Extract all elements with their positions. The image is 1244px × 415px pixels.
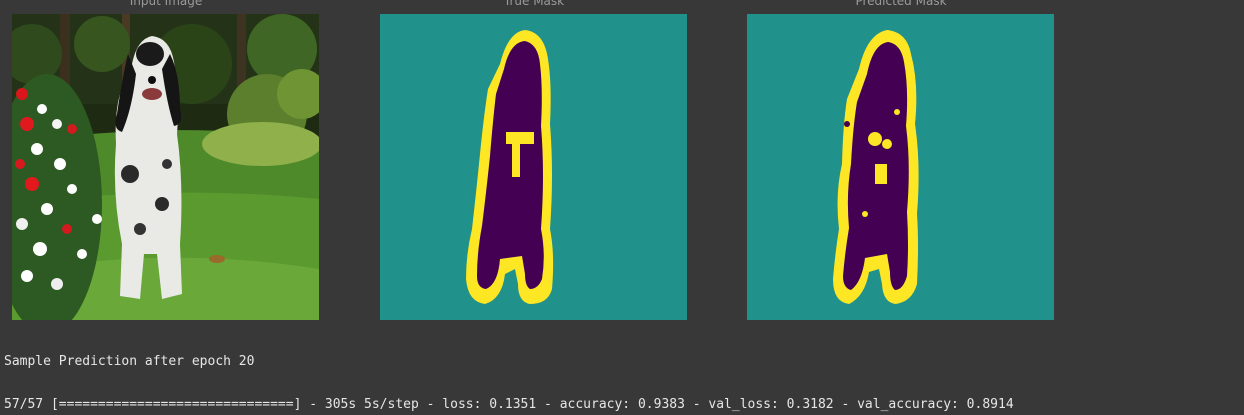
input-image-title: Input Image [129,0,203,8]
true-mask-title: True Mask [503,0,565,8]
training-progress-text: 57/57 [==============================] -… [4,397,1014,412]
input-image [12,14,319,320]
true-mask-image [380,14,687,320]
predicted-mask-title: Predicted Mask [855,0,947,8]
true-mask [380,14,687,320]
dog-photo [12,14,319,320]
predicted-mask [747,14,1054,320]
predicted-mask-image [747,14,1054,320]
sample-prediction-text: Sample Prediction after epoch 20 [4,354,255,369]
